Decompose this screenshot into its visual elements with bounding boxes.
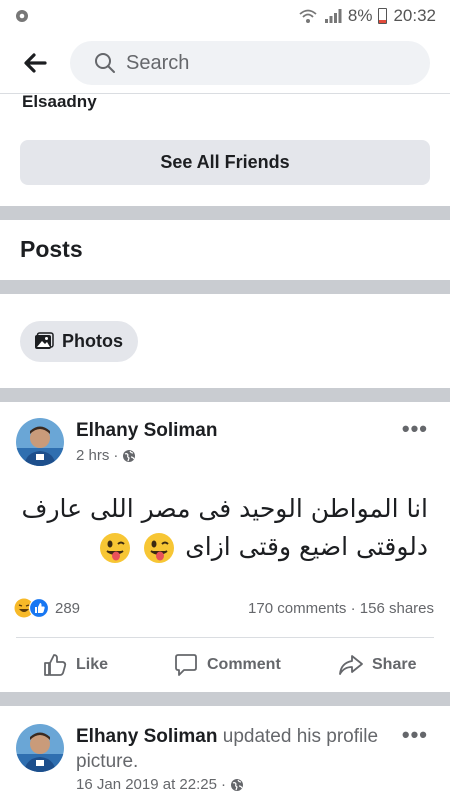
section-separator — [0, 388, 450, 402]
status-bar: 8% 20:32 — [0, 0, 450, 32]
like-icon — [44, 654, 67, 676]
search-input[interactable]: Search — [70, 41, 430, 85]
search-placeholder: Search — [126, 51, 190, 74]
post-text: انا المواطن الوحيد فى مصر اللى عارف دلوق… — [8, 490, 428, 566]
back-arrow-icon[interactable] — [18, 46, 52, 80]
settings-gear-icon — [16, 10, 28, 22]
section-separator — [0, 280, 450, 294]
like-label: Like — [76, 656, 109, 673]
post-time[interactable]: 2 hrs — [76, 447, 109, 464]
battery-icon — [378, 8, 388, 24]
post-meta: 2 hrs · — [76, 447, 136, 464]
battery-percent: 8% — [347, 6, 373, 25]
comments-count[interactable]: 170 comments — [248, 600, 346, 617]
comment-button[interactable]: Comment — [173, 652, 281, 678]
top-bar: Search — [0, 32, 450, 94]
post-time[interactable]: 16 Jan 2019 at 22:25 — [76, 776, 217, 793]
post-text-line: انا المواطن الوحيد فى مصر اللى عارف — [21, 494, 428, 523]
photos-label: Photos — [62, 331, 123, 351]
like-button[interactable]: Like — [42, 652, 108, 678]
shares-count[interactable]: 156 shares — [360, 600, 434, 617]
signal-icon — [324, 9, 342, 23]
share-label: Share — [372, 656, 417, 673]
see-all-friends-button[interactable]: See All Friends — [20, 140, 430, 185]
post-author[interactable]: Elhany Soliman — [76, 420, 217, 442]
like-react-icon — [29, 598, 49, 618]
friend-name[interactable]: Elsaadny — [22, 92, 97, 112]
share-button[interactable]: Share — [338, 652, 416, 678]
post-meta: 16 Jan 2019 at 22:25 · — [76, 776, 244, 793]
post-author[interactable]: Elhany Soliman — [76, 726, 217, 747]
winking-tongue-emoji — [144, 533, 175, 563]
clock: 20:32 — [393, 6, 436, 25]
reaction-count: 289 — [55, 599, 81, 617]
engagement-counts: 170 comments · 156 shares — [248, 600, 434, 617]
share-icon — [339, 655, 363, 675]
divider — [16, 637, 434, 638]
winking-tongue-emoji — [100, 533, 131, 563]
photos-button[interactable]: Photos — [20, 321, 138, 362]
globe-icon — [230, 778, 243, 791]
post-author-line: Elhany Soliman updated his profile pictu… — [76, 724, 406, 774]
section-separator — [0, 206, 450, 220]
avatar[interactable] — [16, 418, 64, 466]
search-icon — [95, 53, 115, 73]
comment-icon — [175, 654, 197, 676]
more-options-icon[interactable]: ••• — [402, 722, 428, 748]
section-separator — [0, 692, 450, 706]
globe-icon — [123, 449, 136, 462]
photos-icon — [35, 331, 54, 349]
reactions-summary[interactable]: 289 — [14, 598, 80, 618]
post-text-line-2: دلوقتى اضيع وقتى ازاى — [8, 528, 428, 566]
avatar[interactable] — [16, 724, 64, 772]
posts-section-title: Posts — [20, 236, 83, 262]
more-options-icon[interactable]: ••• — [402, 416, 428, 442]
comment-label: Comment — [207, 656, 281, 673]
wifi-icon — [299, 9, 317, 23]
